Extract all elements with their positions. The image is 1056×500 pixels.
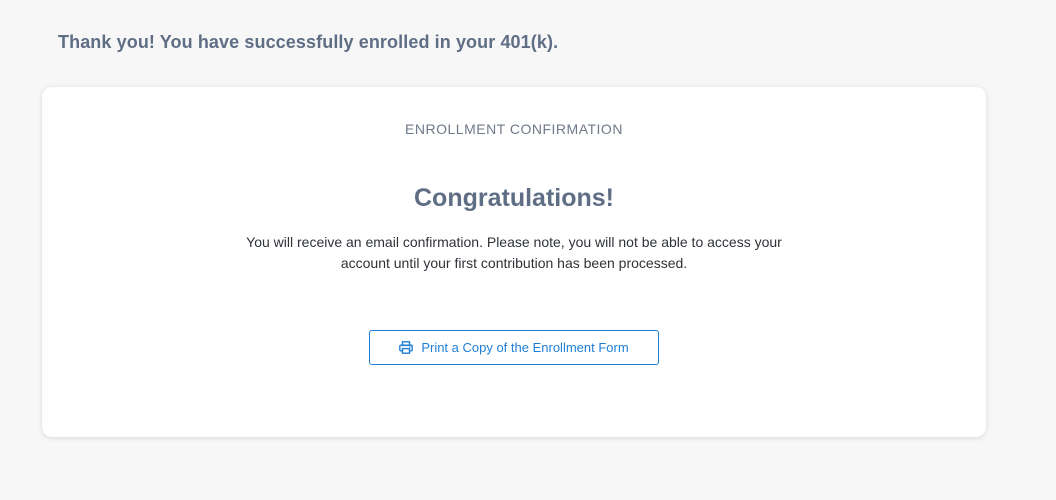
- confirmation-page: Thank you! You have successfully enrolle…: [0, 0, 1056, 500]
- print-enrollment-form-button[interactable]: Print a Copy of the Enrollment Form: [369, 330, 659, 365]
- card-title: Congratulations!: [414, 184, 614, 212]
- print-button-label: Print a Copy of the Enrollment Form: [421, 340, 629, 355]
- printer-icon: [399, 341, 414, 355]
- confirmation-message: You will receive an email confirmation. …: [246, 234, 782, 271]
- card-label: ENROLLMENT CONFIRMATION: [405, 121, 623, 137]
- page-heading: Thank you! You have successfully enrolle…: [58, 32, 559, 52]
- enrollment-confirmation-card: ENROLLMENT CONFIRMATION Congratulations!…: [42, 87, 986, 437]
